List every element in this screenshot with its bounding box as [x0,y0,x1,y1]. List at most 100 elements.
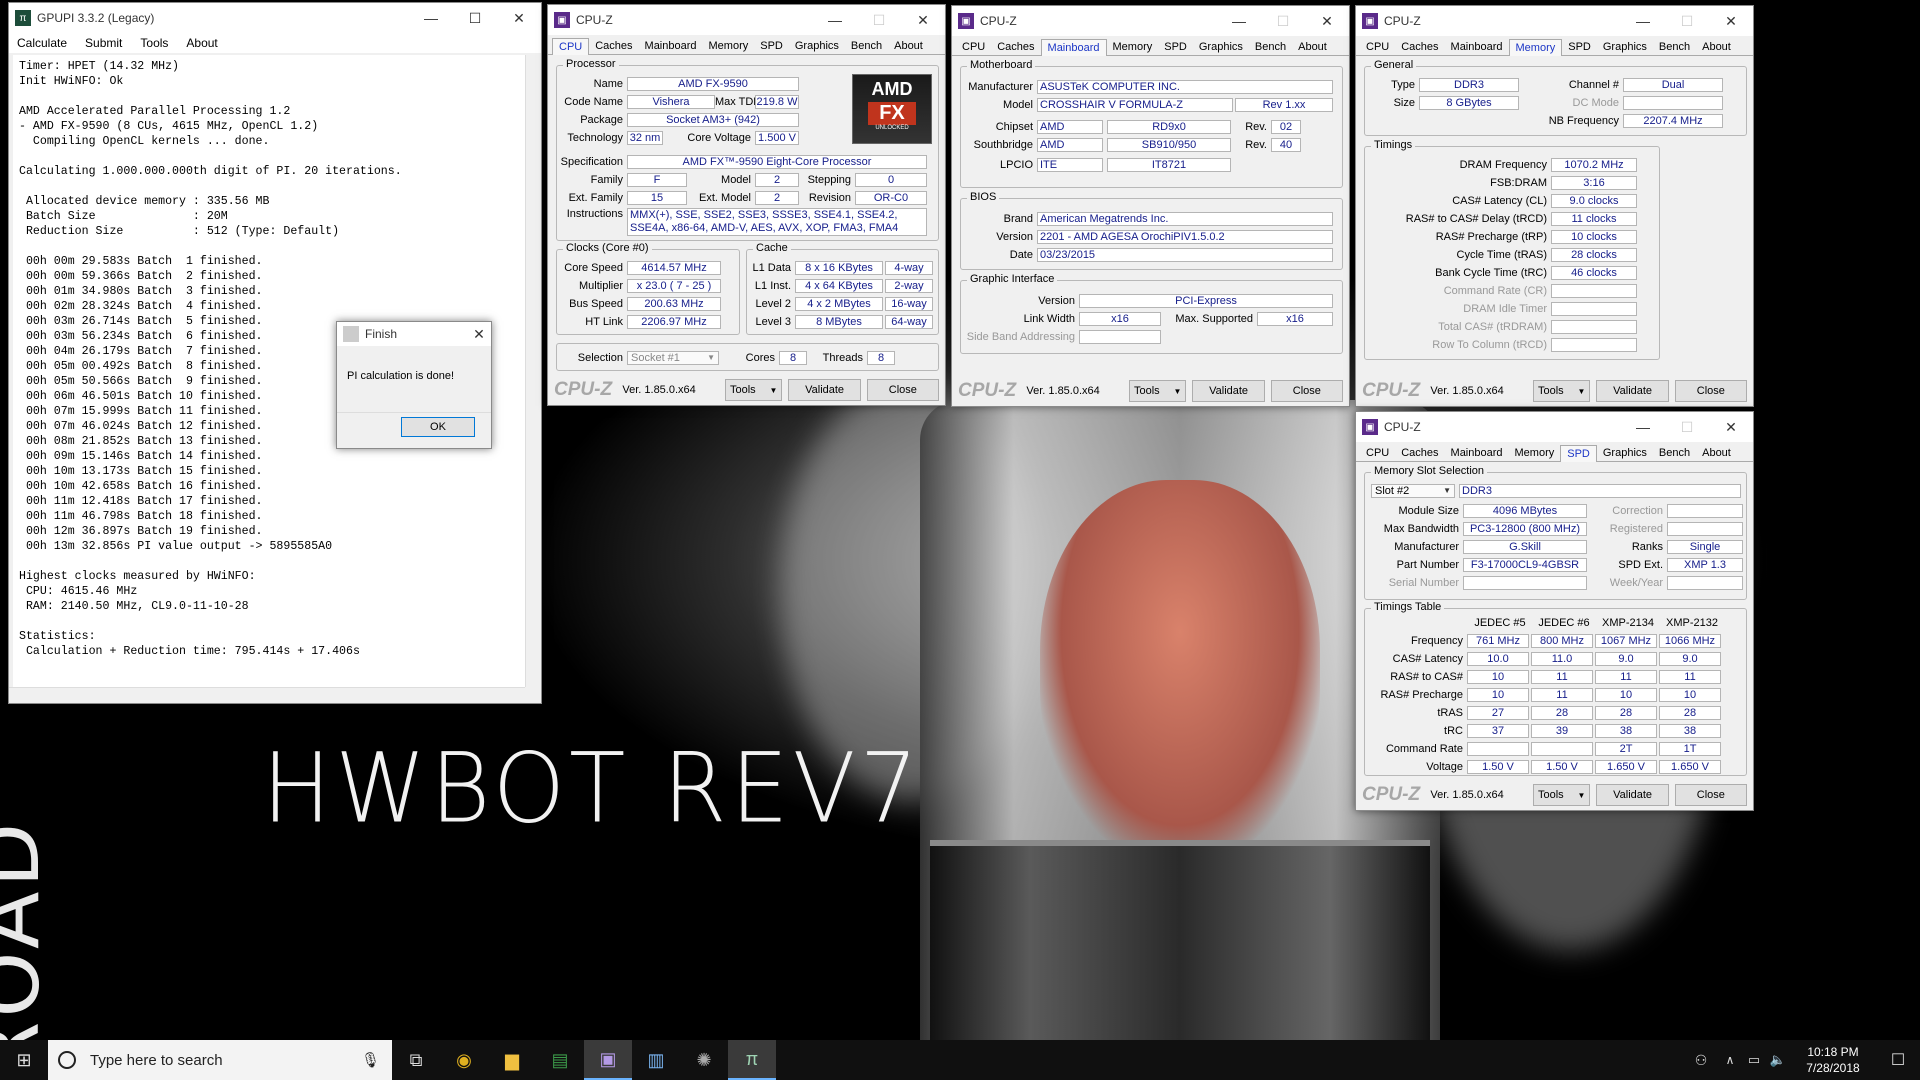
vertical-scrollbar[interactable] [525,55,541,687]
menu-calculate[interactable]: Calculate [17,36,67,50]
menu-tools[interactable]: Tools [140,36,168,50]
tab-spd[interactable]: SPD [1158,39,1193,55]
tab-about[interactable]: About [1696,445,1737,461]
tab-graphics[interactable]: Graphics [1597,445,1653,461]
maximize-icon[interactable]: ☐ [1665,419,1709,436]
tab-bench[interactable]: Bench [845,38,888,54]
ok-button[interactable]: OK [401,417,475,437]
tab-mainboard[interactable]: Mainboard [1445,445,1509,461]
close-icon[interactable]: ✕ [1709,13,1753,30]
tab-about[interactable]: About [888,38,929,54]
cpuz-titlebar[interactable]: ▣ CPU-Z — ☐ ✕ [548,5,945,35]
close-button[interactable]: Close [1270,380,1343,402]
cpuz-titlebar[interactable]: ▣ CPU-Z — ☐ ✕ [1356,412,1753,442]
menu-submit[interactable]: Submit [85,36,122,50]
hwinfo-icon[interactable]: ▤ [536,1040,584,1080]
minimize-icon[interactable]: — [1621,419,1665,435]
minimize-icon[interactable]: — [813,12,857,28]
max-supported-label: Max. Supported [1175,312,1253,325]
tab-caches[interactable]: Caches [1395,39,1444,55]
cpuz-titlebar[interactable]: ▣ CPU-Z — ☐ ✕ [1356,6,1753,36]
tab-caches[interactable]: Caches [991,39,1040,55]
tab-graphics[interactable]: Graphics [1597,39,1653,55]
tab-bench[interactable]: Bench [1249,39,1292,55]
maximize-icon[interactable]: ☐ [857,12,901,29]
tools-button[interactable]: Tools ▼ [1532,784,1591,806]
tools-button[interactable]: Tools ▼ [1128,380,1187,402]
finish-titlebar[interactable]: Finish ✕ [337,322,491,346]
notifications-icon[interactable]: ☐ [1876,1040,1920,1080]
network-icon[interactable]: ▭ [1742,1040,1766,1080]
validate-button[interactable]: Validate [1596,380,1669,402]
maximize-icon[interactable]: ☐ [1665,13,1709,30]
validate-button[interactable]: Validate [788,379,861,401]
tab-cpu[interactable]: CPU [552,38,590,55]
tab-bench[interactable]: Bench [1653,39,1696,55]
tools-button[interactable]: Tools ▼ [1532,380,1591,402]
tab-spd[interactable]: SPD [1560,445,1597,462]
file-explorer-icon[interactable]: ▆ [488,1040,536,1080]
close-icon[interactable]: ✕ [1305,13,1349,30]
tab-cpu[interactable]: CPU [1360,445,1395,461]
gpupi-titlebar[interactable]: π GPUPI 3.3.2 (Legacy) — ☐ ✕ [9,3,541,33]
mb-manufacturer-value: ASUSTeK COMPUTER INC. [1037,79,1333,94]
chevron-up-icon[interactable]: ∧ [1718,1040,1742,1080]
tab-spd[interactable]: SPD [754,38,789,54]
tab-caches[interactable]: Caches [1395,445,1444,461]
tab-memory[interactable]: Memory [703,38,755,54]
memory-app-icon[interactable]: ▥ [632,1040,680,1080]
people-icon[interactable]: ⚇ [1684,1040,1718,1080]
tab-cpu[interactable]: CPU [1360,39,1395,55]
close-button[interactable]: Close [1674,784,1747,806]
cpuz-taskbar-icon[interactable]: ▣ [584,1040,632,1080]
horizontal-scrollbar[interactable] [9,687,525,703]
close-icon[interactable]: ✕ [1709,419,1753,436]
channel-label: Channel # [1568,78,1619,91]
close-icon[interactable]: ✕ [497,10,541,27]
close-button[interactable]: Close [1674,380,1747,402]
tab-graphics[interactable]: Graphics [789,38,845,54]
start-button[interactable]: ⊞ [0,1040,48,1080]
tab-spd[interactable]: SPD [1562,39,1597,55]
chrome-icon[interactable]: ◉ [440,1040,488,1080]
close-icon[interactable]: ✕ [467,326,491,343]
socket-select[interactable]: Socket #1 ▼ [627,350,719,365]
fx-logo-text: FX [868,102,916,125]
tab-memory[interactable]: Memory [1508,39,1563,56]
close-icon[interactable]: ✕ [901,12,945,29]
tweak-app-icon[interactable]: ✺ [680,1040,728,1080]
minimize-icon[interactable]: — [1621,13,1665,29]
dc-mode-label: DC Mode [1572,96,1619,109]
tab-bench[interactable]: Bench [1653,445,1696,461]
slot-select[interactable]: Slot #2 ▼ [1371,483,1455,498]
tab-about[interactable]: About [1292,39,1333,55]
tab-cpu[interactable]: CPU [956,39,991,55]
cpuz-titlebar[interactable]: ▣ CPU-Z — ☐ ✕ [952,6,1349,36]
level3-label: Level 3 [755,315,791,328]
taskbar-search-box[interactable]: Type here to search 🎙 [48,1040,392,1080]
task-view-icon[interactable]: ⧉ [392,1040,440,1080]
microphone-icon[interactable]: 🎙 [361,1051,380,1069]
maximize-icon[interactable]: ☐ [453,10,497,27]
tab-mainboard[interactable]: Mainboard [1445,39,1509,55]
tab-mainboard[interactable]: Mainboard [1040,39,1107,56]
tab-mainboard[interactable]: Mainboard [639,38,703,54]
lpcio-vendor: ITE [1037,157,1103,172]
validate-button[interactable]: Validate [1192,380,1265,402]
volume-icon[interactable]: 🔈 [1766,1040,1790,1080]
tab-caches[interactable]: Caches [589,38,638,54]
tab-about[interactable]: About [1696,39,1737,55]
maximize-icon[interactable]: ☐ [1261,13,1305,30]
tab-memory[interactable]: Memory [1107,39,1159,55]
taskbar-clock[interactable]: 10:18 PM 7/28/2018 [1790,1044,1876,1076]
close-button[interactable]: Close [866,379,939,401]
gpupi-taskbar-icon[interactable]: π [728,1040,776,1080]
minimize-icon[interactable]: — [409,10,453,26]
validate-button[interactable]: Validate [1596,784,1669,806]
tools-button[interactable]: Tools ▼ [724,379,783,401]
minimize-icon[interactable]: — [1217,13,1261,29]
cpuz-version: Ver. 1.85.0.x64 [1026,385,1100,397]
tab-memory[interactable]: Memory [1509,445,1561,461]
menu-about[interactable]: About [186,36,217,50]
tab-graphics[interactable]: Graphics [1193,39,1249,55]
